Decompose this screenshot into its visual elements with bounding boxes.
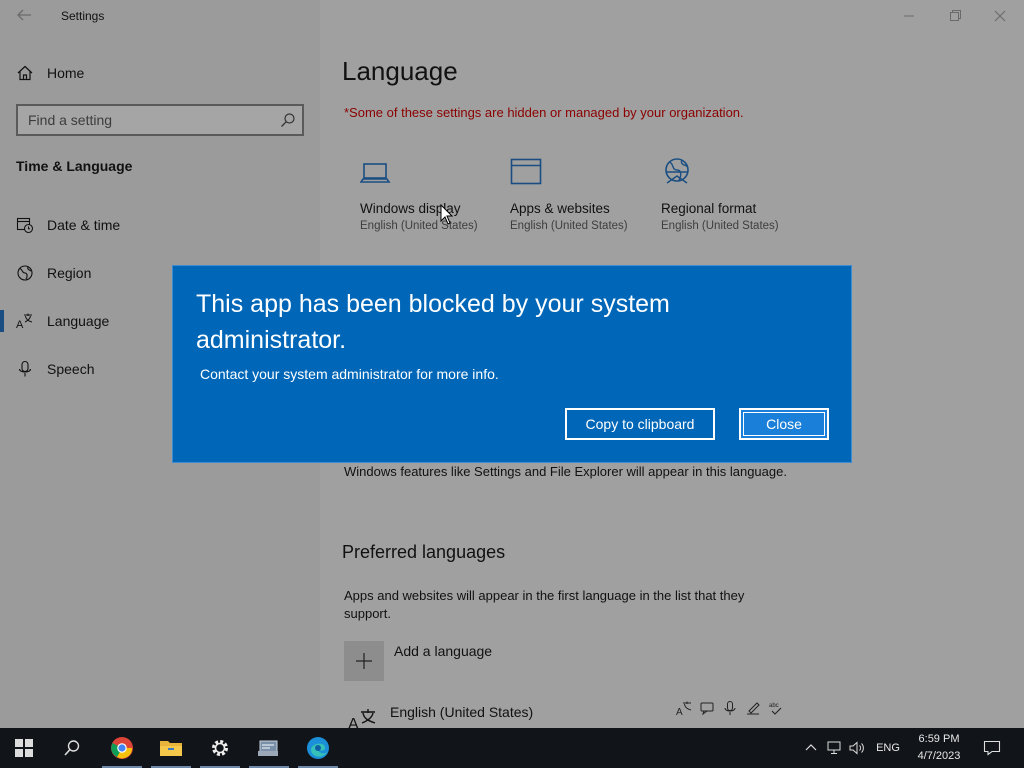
network-button[interactable]	[824, 728, 846, 768]
language-icon: A	[348, 706, 378, 728]
sidebar-item-label: Home	[47, 65, 85, 81]
tile-title: Windows display	[360, 201, 461, 216]
dialog-message: Contact your system administrator for mo…	[200, 366, 499, 382]
windows-logo-icon	[15, 739, 33, 757]
tile-apps-websites[interactable]: Apps & websites English (United States)	[510, 155, 660, 232]
gear-icon	[212, 740, 228, 756]
taskbar: ENG 6:59 PM 4/7/2023	[0, 728, 1024, 768]
add-language-label: Add a language	[394, 643, 493, 659]
clock[interactable]: 6:59 PM 4/7/2023	[906, 731, 972, 765]
preferred-languages-heading: Preferred languages	[342, 542, 506, 562]
taskbar-control-panel[interactable]	[245, 728, 293, 768]
search-icon	[64, 740, 80, 756]
tile-subtitle: English (United States)	[661, 220, 779, 232]
language-feature-icons: A abc	[676, 700, 784, 718]
mouse-cursor-icon	[440, 203, 454, 226]
notification-icon	[983, 740, 1001, 756]
tile-title: Regional format	[661, 201, 757, 216]
back-arrow-icon[interactable]	[12, 3, 36, 27]
taskbar-settings[interactable]	[196, 728, 244, 768]
home-icon	[16, 64, 34, 82]
org-warning: *Some of these settings are hidden or ma…	[344, 105, 744, 120]
folder-icon	[160, 741, 182, 756]
display-language-feature-icon: A	[676, 700, 692, 718]
taskbar-search-button[interactable]	[48, 728, 96, 768]
svg-text:A: A	[16, 319, 24, 330]
language-code: ENG	[876, 742, 900, 754]
network-icon	[827, 741, 841, 754]
taskbar-file-explorer[interactable]	[147, 728, 195, 768]
display-language-description: Windows features like Settings and File …	[344, 464, 787, 479]
globe-icon	[16, 264, 34, 282]
tile-regional-format[interactable]: Regional format English (United States)	[661, 155, 811, 232]
sidebar-item-label: Speech	[47, 361, 95, 377]
svg-text:A: A	[676, 707, 683, 716]
sidebar-item-date-time[interactable]: Date & time	[0, 205, 320, 245]
browser-window-icon	[510, 155, 544, 189]
speech-bubble-feature-icon	[699, 700, 715, 716]
minimize-button[interactable]	[895, 5, 923, 27]
plus-icon	[344, 641, 384, 681]
page-title: Language	[342, 56, 458, 86]
dialog-title: This app has been blocked by your system…	[196, 290, 670, 354]
edge-icon	[307, 737, 329, 759]
chevron-up-icon	[805, 744, 817, 751]
date-time-icon	[16, 216, 34, 234]
search-icon[interactable]	[280, 112, 296, 128]
chrome-icon	[111, 737, 133, 759]
spellcheck-feature-icon: abc	[768, 700, 784, 716]
microphone-icon	[16, 360, 34, 378]
language-name: English (United States)	[390, 704, 534, 720]
microphone-feature-icon	[722, 700, 738, 716]
sidebar-item-home[interactable]: Home	[0, 53, 320, 93]
volume-button[interactable]	[846, 728, 868, 768]
tile-title: Apps & websites	[510, 201, 610, 216]
search-input[interactable]	[18, 106, 268, 134]
sidebar-item-label: Region	[47, 265, 92, 281]
preferred-languages-description: Apps and websites will appear in the fir…	[344, 588, 745, 621]
add-language-button[interactable]: Add a language	[344, 641, 492, 681]
close-window-button[interactable]	[986, 5, 1014, 27]
sidebar-item-label: Date & time	[47, 217, 121, 233]
start-button[interactable]	[0, 728, 48, 768]
taskbar-chrome[interactable]	[98, 728, 146, 768]
copy-to-clipboard-button[interactable]: Copy to clipboard	[565, 408, 715, 440]
close-button[interactable]: Close	[739, 408, 829, 440]
sidebar-item-label: Language	[47, 313, 110, 329]
blocked-app-dialog: This app has been blocked by your system…	[172, 265, 852, 463]
clock-date: 4/7/2023	[917, 750, 961, 762]
show-hidden-icons-button[interactable]	[800, 728, 822, 768]
tile-subtitle: English (United States)	[360, 220, 478, 232]
control-panel-icon	[258, 740, 278, 756]
svg-text:abc: abc	[769, 703, 779, 709]
section-title: Time & Language	[16, 158, 133, 174]
clock-time: 6:59 PM	[918, 733, 960, 745]
search-box[interactable]	[16, 104, 304, 136]
language-icon: A	[16, 312, 34, 331]
handwriting-feature-icon	[745, 700, 761, 716]
input-language-indicator[interactable]: ENG	[870, 728, 906, 768]
window-title: Settings	[61, 9, 105, 23]
speaker-icon	[849, 741, 864, 755]
maximize-button[interactable]	[941, 5, 969, 27]
globe-format-icon	[661, 155, 695, 189]
tile-subtitle: English (United States)	[510, 220, 628, 232]
taskbar-edge[interactable]	[294, 728, 342, 768]
action-center-button[interactable]	[976, 728, 1008, 768]
svg-text:A: A	[348, 716, 359, 728]
tile-windows-display[interactable]: Windows display English (United States)	[359, 155, 510, 232]
laptop-icon	[359, 155, 394, 189]
